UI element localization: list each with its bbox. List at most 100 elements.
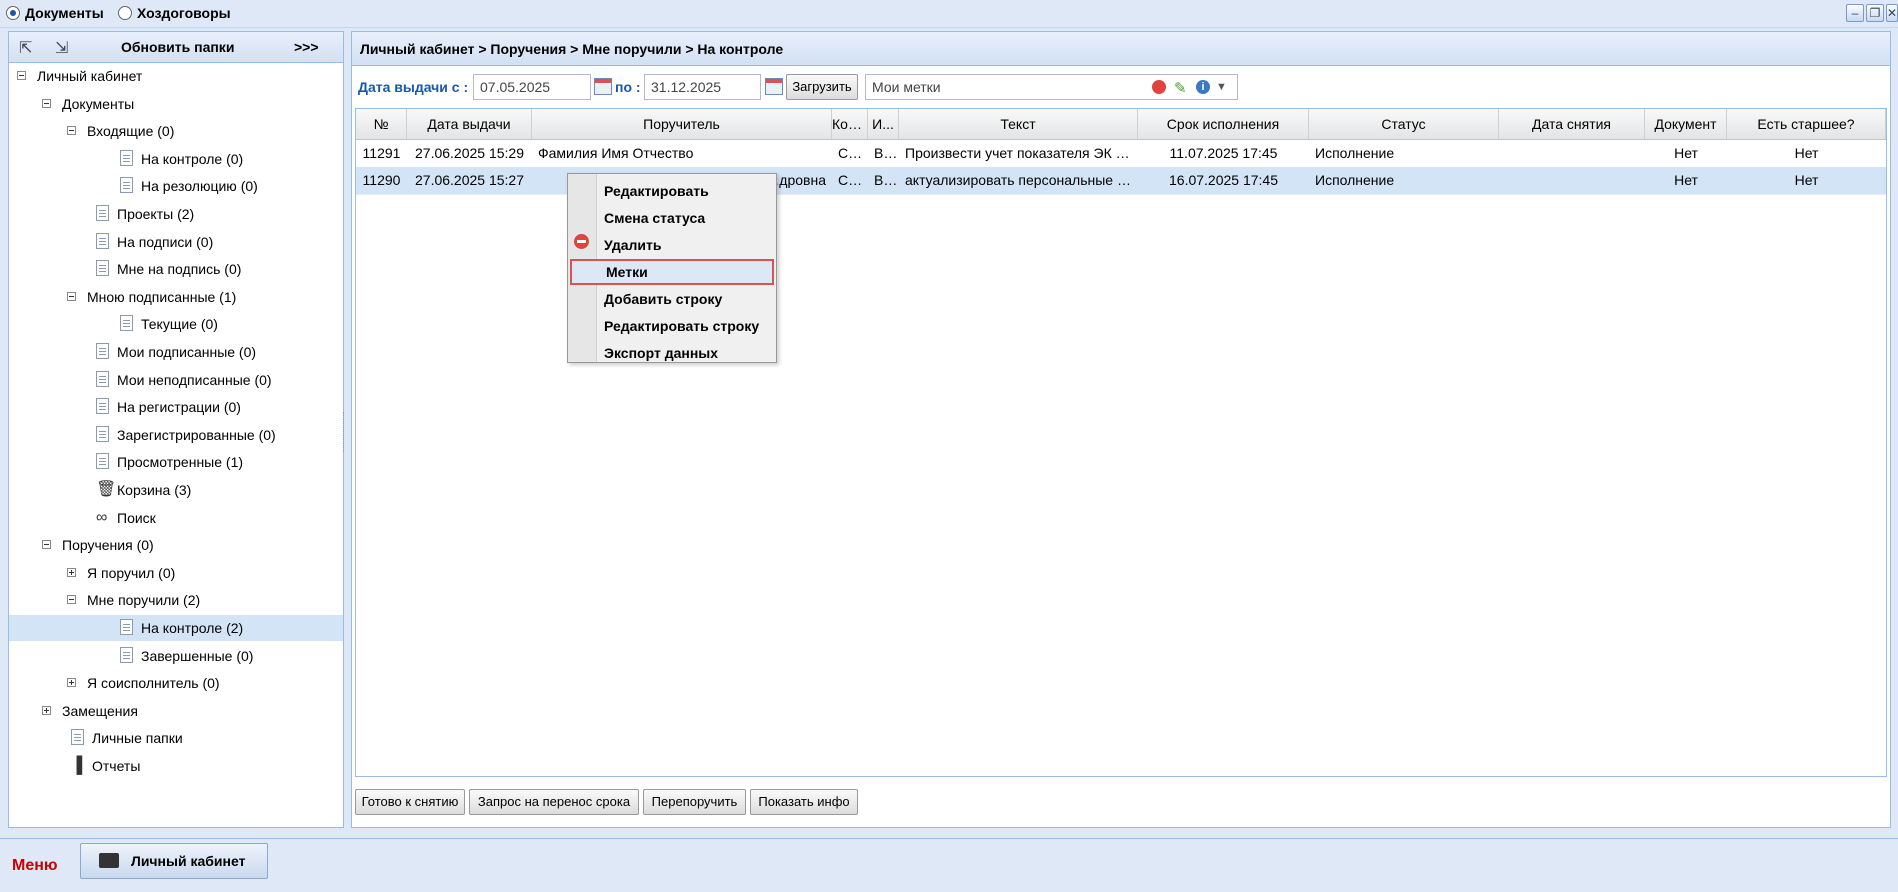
tree-item[interactable]: Личные папки xyxy=(9,725,343,751)
column-header[interactable]: Документ xyxy=(1645,109,1727,139)
tree-item[interactable]: ▐ Отчеты xyxy=(9,753,343,779)
collapse-icon[interactable] xyxy=(42,98,51,108)
context-menu-item[interactable]: Добавить строку xyxy=(570,286,774,312)
calendar-icon[interactable] xyxy=(765,78,783,95)
tree-item[interactable]: Зарегистрированные (0) xyxy=(9,422,343,448)
tree-item[interactable]: Замещения xyxy=(9,698,343,724)
tree-item[interactable]: На контроле (0) xyxy=(9,146,343,172)
tree-item[interactable]: Мне на подпись (0) xyxy=(9,256,343,282)
table-cell: 27.06.2025 15:27 xyxy=(415,172,524,188)
documents-radio[interactable] xyxy=(6,6,20,20)
expand-icon[interactable] xyxy=(67,567,76,577)
tree-item[interactable]: На регистрации (0) xyxy=(9,394,343,420)
tree-item-label: На контроле (0) xyxy=(141,150,244,167)
table-cell: Исполнение xyxy=(1315,172,1395,188)
expand-icon[interactable] xyxy=(67,678,76,688)
collapse-icon[interactable] xyxy=(17,71,26,80)
tree-item[interactable]: Входящие (0) xyxy=(9,118,343,144)
collapse-icon[interactable] xyxy=(42,540,51,550)
menu-button[interactable]: Меню xyxy=(12,857,58,875)
tree-item-label: На контроле (2) xyxy=(141,620,244,636)
table-cell: Нет xyxy=(1794,145,1819,161)
documents-radio-label[interactable]: Документы xyxy=(25,5,104,21)
column-header[interactable]: Дата выдачи xyxy=(407,109,532,139)
taskbar-item-personal-cabinet[interactable]: Личный кабинет xyxy=(80,843,268,879)
tree-item[interactable]: 🗑 Корзина (3) xyxy=(9,477,343,503)
remove-icon[interactable] xyxy=(1152,80,1166,94)
contracts-radio-label[interactable]: Хоздоговоры xyxy=(137,5,231,21)
document-icon xyxy=(96,370,109,387)
close-icon[interactable]: ✕ xyxy=(1886,4,1898,22)
tree-item[interactable]: На резолюцию (0) xyxy=(9,173,343,199)
collapse-icon[interactable] xyxy=(67,126,76,136)
tree-item[interactable]: Личный кабинет xyxy=(9,63,343,89)
column-header[interactable]: Есть старшее? xyxy=(1727,109,1886,139)
action-button[interactable]: Показать инфо xyxy=(750,789,858,815)
taskbar: Меню Личный кабинет xyxy=(0,838,1898,892)
calendar-icon[interactable] xyxy=(594,78,612,95)
collapse-icon[interactable] xyxy=(67,291,76,301)
pencil-icon[interactable]: ✎ xyxy=(1174,77,1187,101)
tree-item-label: Зарегистрированные (0) xyxy=(117,426,276,443)
context-menu-item[interactable]: Метки xyxy=(570,259,774,285)
tree-item[interactable]: Поручения (0) xyxy=(9,532,343,558)
minimize-icon[interactable]: – xyxy=(1846,4,1864,22)
table-row[interactable]: 11291 27.06.2025 15:29 Фамилия Имя Отчеств… xyxy=(356,140,1886,168)
refresh-folders-button[interactable]: Обновить папки xyxy=(121,39,234,55)
tree-item[interactable]: На подписи (0) xyxy=(9,229,343,255)
action-button[interactable]: Запрос на перенос срока xyxy=(469,789,639,815)
column-header[interactable]: Срок исполнения xyxy=(1138,109,1309,139)
trash-icon: 🗑 xyxy=(96,481,117,498)
tree-item[interactable]: Мною подписанные (1) xyxy=(9,284,343,310)
tree-item-label: Текущие (0) xyxy=(141,316,218,333)
context-menu-item[interactable]: Смена статуса xyxy=(570,205,774,231)
tree-item-label: Мною подписанные (1) xyxy=(87,288,237,305)
context-menu-item[interactable]: Редактировать xyxy=(570,178,774,204)
context-menu-item[interactable]: Редактировать строку xyxy=(570,313,774,339)
briefcase-icon xyxy=(99,853,119,868)
tree-item[interactable]: Текущие (0) xyxy=(9,311,343,337)
tree-item[interactable]: Завершенные (0) xyxy=(9,643,343,669)
action-button[interactable]: Готово к снятию xyxy=(355,789,465,815)
tree-item[interactable]: Просмотренные (1) xyxy=(9,449,343,475)
column-header[interactable]: И... xyxy=(868,109,899,139)
collapse-all-icon[interactable]: ⇲ xyxy=(55,38,68,58)
column-header[interactable]: Статус xyxy=(1309,109,1499,139)
restore-icon[interactable]: ❐ xyxy=(1866,4,1884,22)
tree-item-label: Я поручил (0) xyxy=(87,564,176,581)
collapse-icon[interactable] xyxy=(67,595,76,605)
tree-item[interactable]: Проекты (2) xyxy=(9,201,343,227)
column-header[interactable]: Дата снятия xyxy=(1499,109,1645,139)
tree-item-label: Документы xyxy=(62,95,135,112)
action-button[interactable]: Перепоручить xyxy=(643,789,746,815)
column-header[interactable]: № xyxy=(356,109,407,139)
tags-field[interactable]: Мои метки ✎ i ▼ xyxy=(865,74,1238,100)
date-from-field[interactable]: 07.05.2025 xyxy=(473,74,591,100)
column-header[interactable]: Поручитель xyxy=(532,109,832,139)
context-menu-item[interactable]: Удалить xyxy=(570,232,774,258)
column-header[interactable]: Кон... xyxy=(832,109,868,139)
splitter-handle[interactable] xyxy=(343,412,347,452)
load-button[interactable]: Загрузить xyxy=(786,74,858,100)
tree-item-label: Мои неподписанные (0) xyxy=(117,371,272,388)
date-to-field[interactable]: 31.12.2025 xyxy=(644,74,761,100)
tree-item[interactable]: Я поручил (0) xyxy=(9,560,343,586)
more-button[interactable]: >>> xyxy=(294,39,319,55)
info-icon[interactable]: i xyxy=(1196,80,1210,94)
document-icon xyxy=(96,425,109,442)
tree-item-label: Просмотренные (1) xyxy=(117,454,244,471)
expand-icon[interactable] xyxy=(42,705,51,715)
tree-item[interactable]: Документы xyxy=(9,91,343,117)
tree-item[interactable]: На контроле (2) xyxy=(9,615,343,641)
tree-item[interactable]: ∞ Поиск xyxy=(9,505,343,531)
context-menu-item[interactable]: Экспорт данных xyxy=(570,340,774,366)
tree-item[interactable]: Мои неподписанные (0) xyxy=(9,367,343,393)
column-header[interactable]: Текст xyxy=(899,109,1138,139)
tree-item[interactable]: Мои подписанные (0) xyxy=(9,339,343,365)
contracts-radio[interactable] xyxy=(118,6,132,20)
tree-item[interactable]: Мне поручили (2) xyxy=(9,587,343,613)
content-panel: Личный кабинет > Поручения > Мне поручил… xyxy=(351,31,1891,828)
tree-item[interactable]: Я соисполнитель (0) xyxy=(9,670,343,696)
expand-all-icon[interactable]: ⇱ xyxy=(19,38,32,58)
chevron-down-icon[interactable]: ▼ xyxy=(1216,75,1227,99)
